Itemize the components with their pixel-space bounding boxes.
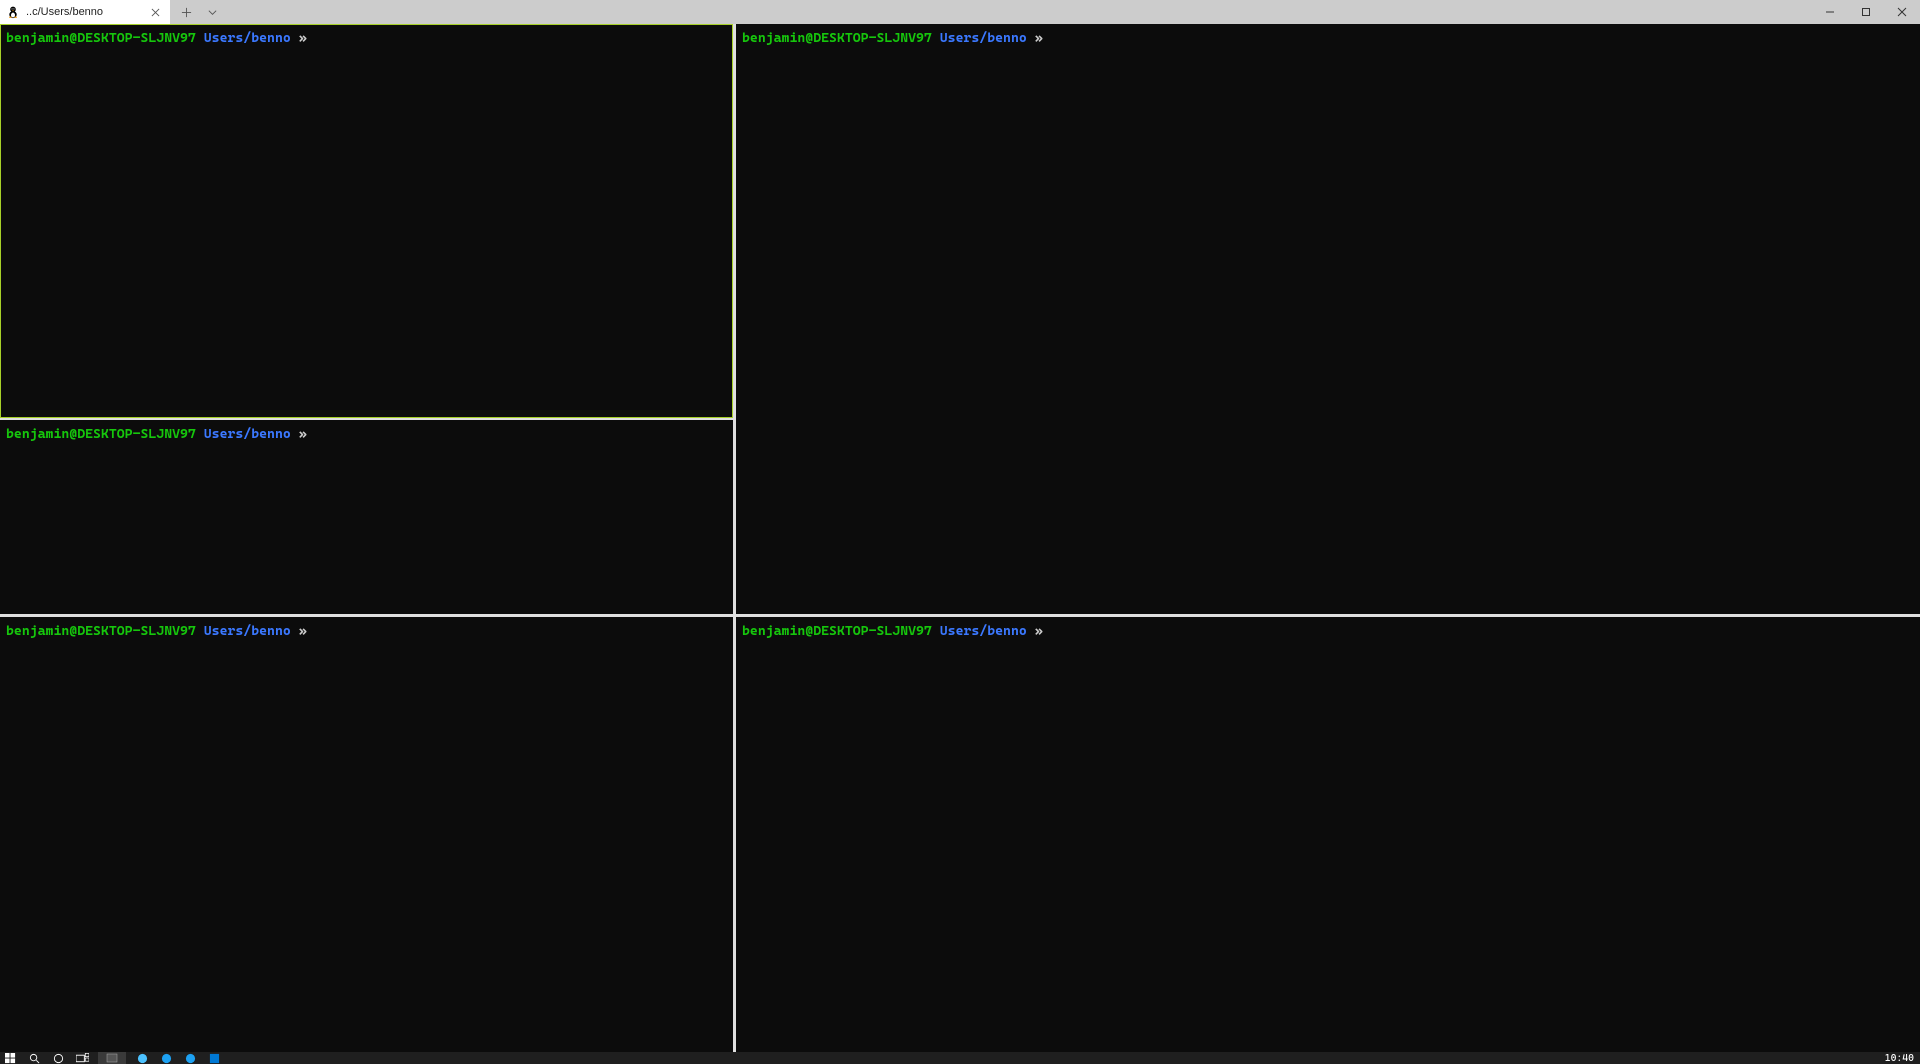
prompt-symbol: » [1035, 30, 1043, 46]
tab-dropdown-button[interactable] [200, 0, 224, 24]
terminal-pane-middle-left[interactable]: benjamin@DESKTOP-SLJNV97 Users/benno » [0, 420, 733, 614]
prompt-path: Users/benno [940, 623, 1027, 639]
cortana-icon[interactable] [50, 1052, 66, 1064]
terminal-pane-top-left[interactable]: benjamin@DESKTOP-SLJNV97 Users/benno » [0, 24, 733, 418]
terminal-pane-top-right[interactable]: benjamin@DESKTOP-SLJNV97 Users/benno » [736, 24, 1920, 614]
taskbar-right: 10:40 [1885, 1053, 1918, 1064]
taskbar-app-icon[interactable] [98, 1052, 126, 1064]
taskbar-app-icon[interactable] [206, 1052, 222, 1064]
prompt-path: Users/benno [204, 30, 291, 46]
prompt-symbol: » [299, 30, 307, 46]
maximize-button[interactable] [1848, 0, 1884, 24]
close-button[interactable] [1884, 0, 1920, 24]
taskbar-app-icon[interactable] [158, 1052, 174, 1064]
tux-icon [6, 5, 20, 19]
task-view-icon[interactable] [74, 1052, 90, 1064]
tab-actions [170, 0, 228, 24]
start-button[interactable] [2, 1052, 18, 1064]
terminal-pane-bottom-right[interactable]: benjamin@DESKTOP-SLJNV97 Users/benno » [736, 617, 1920, 1052]
search-icon[interactable] [26, 1052, 42, 1064]
window-controls [1812, 0, 1920, 24]
system-clock[interactable]: 10:40 [1885, 1053, 1914, 1064]
titlebar-drag-region[interactable] [228, 0, 1812, 24]
prompt-user-host: benjamin@DESKTOP-SLJNV97 [742, 623, 932, 639]
prompt-path: Users/benno [204, 623, 291, 639]
terminal-pane-grid: benjamin@DESKTOP-SLJNV97 Users/benno » b… [0, 24, 1920, 1052]
taskbar-app-icon[interactable] [134, 1052, 150, 1064]
prompt-path: Users/benno [940, 30, 1027, 46]
windows-taskbar[interactable]: 10:40 [0, 1052, 1920, 1064]
prompt-user-host: benjamin@DESKTOP-SLJNV97 [6, 623, 196, 639]
prompt-symbol: » [299, 623, 307, 639]
terminal-pane-bottom-left[interactable]: benjamin@DESKTOP-SLJNV97 Users/benno » [0, 617, 733, 1052]
taskbar-app-icon[interactable] [182, 1052, 198, 1064]
prompt-symbol: » [1035, 623, 1043, 639]
minimize-button[interactable] [1812, 0, 1848, 24]
tab-close-button[interactable] [148, 5, 162, 19]
prompt-path: Users/benno [204, 426, 291, 442]
prompt-user-host: benjamin@DESKTOP-SLJNV97 [6, 30, 196, 46]
prompt-user-host: benjamin@DESKTOP-SLJNV97 [6, 426, 196, 442]
terminal-tab[interactable]: ..c/Users/benno [0, 0, 170, 24]
prompt-user-host: benjamin@DESKTOP-SLJNV97 [742, 30, 932, 46]
prompt-symbol: » [299, 426, 307, 442]
new-tab-button[interactable] [174, 0, 198, 24]
tab-title: ..c/Users/benno [26, 6, 142, 18]
titlebar: ..c/Users/benno [0, 0, 1920, 24]
